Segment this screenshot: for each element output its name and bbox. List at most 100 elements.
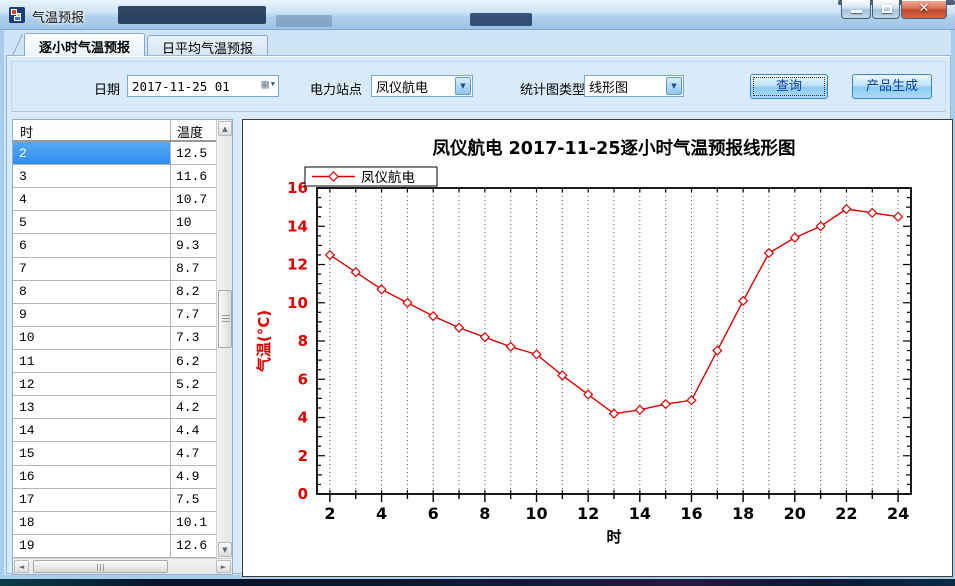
cell-temperature[interactable]: 5.2 (171, 373, 216, 395)
cell-hour[interactable]: 13 (13, 396, 171, 418)
cell-hour[interactable]: 7 (13, 258, 171, 280)
table-row[interactable]: 164.9 (13, 466, 216, 489)
svg-text:10: 10 (287, 294, 308, 312)
cell-temperature[interactable]: 9.3 (171, 234, 216, 256)
chevron-down-icon: ▼ (671, 82, 676, 90)
cell-temperature[interactable]: 10.1 (171, 512, 216, 534)
cell-hour[interactable]: 9 (13, 304, 171, 326)
svg-text:6: 6 (428, 504, 439, 523)
cell-hour[interactable]: 2 (13, 142, 171, 164)
cell-hour[interactable]: 6 (13, 234, 171, 256)
cell-temperature[interactable]: 6.2 (171, 350, 216, 372)
cell-temperature[interactable]: 7.3 (171, 327, 216, 349)
scroll-down-icon[interactable]: ▼ (218, 542, 232, 557)
titlebar: 气温预报 ✕ (0, 0, 955, 30)
chart-type-select[interactable]: 线形图 ▼ (584, 75, 684, 97)
table-row[interactable]: 107.3 (13, 327, 216, 350)
vertical-scrollbar[interactable]: ▲ ▼ (216, 120, 232, 558)
cell-temperature[interactable]: 8.2 (171, 281, 216, 303)
cell-temperature[interactable]: 12.5 (171, 142, 216, 164)
table-row[interactable]: 69.3 (13, 234, 216, 257)
table-row[interactable]: 78.7 (13, 258, 216, 281)
cell-hour[interactable]: 12 (13, 373, 171, 395)
horizontal-scroll-thumb[interactable] (33, 560, 168, 573)
app-icon (9, 7, 25, 23)
table-row[interactable]: 154.7 (13, 442, 216, 465)
cell-temperature[interactable]: 4.7 (171, 442, 216, 464)
cell-hour[interactable]: 3 (13, 165, 171, 187)
horizontal-scrollbar[interactable]: ◄ ► (13, 558, 232, 574)
table-row[interactable]: 177.5 (13, 489, 216, 512)
tab-daily-forecast[interactable]: 日平均气温预报 (147, 35, 268, 56)
cell-hour[interactable]: 11 (13, 350, 171, 372)
cell-hour[interactable]: 14 (13, 419, 171, 441)
svg-text:20: 20 (784, 504, 806, 523)
table-row[interactable]: 212.5 (13, 142, 216, 165)
cell-temperature[interactable]: 4.2 (171, 396, 216, 418)
cell-hour[interactable]: 18 (13, 512, 171, 534)
column-header-hour[interactable]: 时 (13, 120, 171, 140)
minimize-button[interactable] (841, 0, 871, 19)
cell-hour[interactable]: 5 (13, 211, 171, 233)
station-label: 电力站点 (310, 79, 362, 98)
scroll-up-icon[interactable]: ▲ (218, 121, 232, 136)
svg-text:2: 2 (298, 447, 308, 465)
table-row[interactable]: 134.2 (13, 396, 216, 419)
query-button[interactable]: 查询 (750, 74, 828, 99)
cell-hour[interactable]: 10 (13, 327, 171, 349)
app-window: 气温预报 ✕ 逐小时气温预报 日平均气温预报 日期 2017-11- (0, 0, 955, 586)
toolbar: 日期 2017-11-25 01 ▦ ▼ 电力站点 凤仪航电 ▼ 统计图类型 (11, 61, 946, 112)
chart-type-value: 线形图 (589, 77, 628, 96)
table-row[interactable]: 97.7 (13, 304, 216, 327)
svg-text:14: 14 (287, 217, 308, 235)
svg-text:10: 10 (525, 504, 547, 523)
cell-hour[interactable]: 19 (13, 535, 171, 557)
cell-temperature[interactable]: 10.7 (171, 188, 216, 210)
tab-page: 日期 2017-11-25 01 ▦ ▼ 电力站点 凤仪航电 ▼ 统计图类型 (6, 55, 951, 574)
table-row[interactable]: 144.4 (13, 419, 216, 442)
scroll-left-icon[interactable]: ◄ (14, 560, 29, 573)
table-row[interactable]: 88.2 (13, 281, 216, 304)
cell-temperature[interactable]: 12.6 (171, 535, 216, 557)
svg-text:0: 0 (298, 485, 308, 503)
cell-temperature[interactable]: 7.7 (171, 304, 216, 326)
cell-hour[interactable]: 15 (13, 442, 171, 464)
table-row[interactable]: 311.6 (13, 165, 216, 188)
vertical-scroll-thumb[interactable] (218, 290, 232, 348)
scroll-right-icon[interactable]: ► (216, 560, 231, 573)
station-select[interactable]: 凤仪航电 ▼ (371, 75, 473, 97)
cell-hour[interactable]: 16 (13, 466, 171, 488)
svg-text:14: 14 (629, 504, 651, 523)
column-header-temperature[interactable]: 温度 (171, 120, 216, 140)
station-dropdown-button[interactable]: ▼ (455, 77, 471, 95)
tab-hourly-forecast[interactable]: 逐小时气温预报 (24, 33, 145, 56)
cell-hour[interactable]: 17 (13, 489, 171, 511)
table-row[interactable]: 510 (13, 211, 216, 234)
cell-temperature[interactable]: 11.6 (171, 165, 216, 187)
calendar-icon: ▦ (262, 78, 269, 90)
chart-type-label: 统计图类型 (520, 79, 585, 98)
cell-temperature[interactable]: 7.5 (171, 489, 216, 511)
close-button[interactable]: ✕ (901, 0, 947, 19)
generate-product-button[interactable]: 产品生成 (852, 74, 932, 99)
cell-temperature[interactable]: 8.7 (171, 258, 216, 280)
cell-temperature[interactable]: 4.9 (171, 466, 216, 488)
cell-temperature[interactable]: 4.4 (171, 419, 216, 441)
cell-temperature[interactable]: 10 (171, 211, 216, 233)
cell-hour[interactable]: 8 (13, 281, 171, 303)
svg-text:8: 8 (298, 332, 308, 350)
table-row[interactable]: 1912.6 (13, 535, 216, 558)
table-row[interactable]: 410.7 (13, 188, 216, 211)
table-row[interactable]: 1810.1 (13, 512, 216, 535)
svg-text:12: 12 (287, 256, 308, 274)
table-row[interactable]: 125.2 (13, 373, 216, 396)
chart-type-dropdown-button[interactable]: ▼ (666, 77, 682, 95)
svg-text:22: 22 (835, 504, 857, 523)
maximize-button[interactable] (872, 0, 900, 19)
tab-strip-slant (10, 34, 24, 56)
date-value: 2017-11-25 01 (132, 79, 230, 94)
table-row[interactable]: 116.2 (13, 350, 216, 373)
cell-hour[interactable]: 4 (13, 188, 171, 210)
chevron-down-icon[interactable]: ▼ (271, 80, 275, 88)
date-picker[interactable]: 2017-11-25 01 ▦ ▼ (127, 75, 279, 97)
